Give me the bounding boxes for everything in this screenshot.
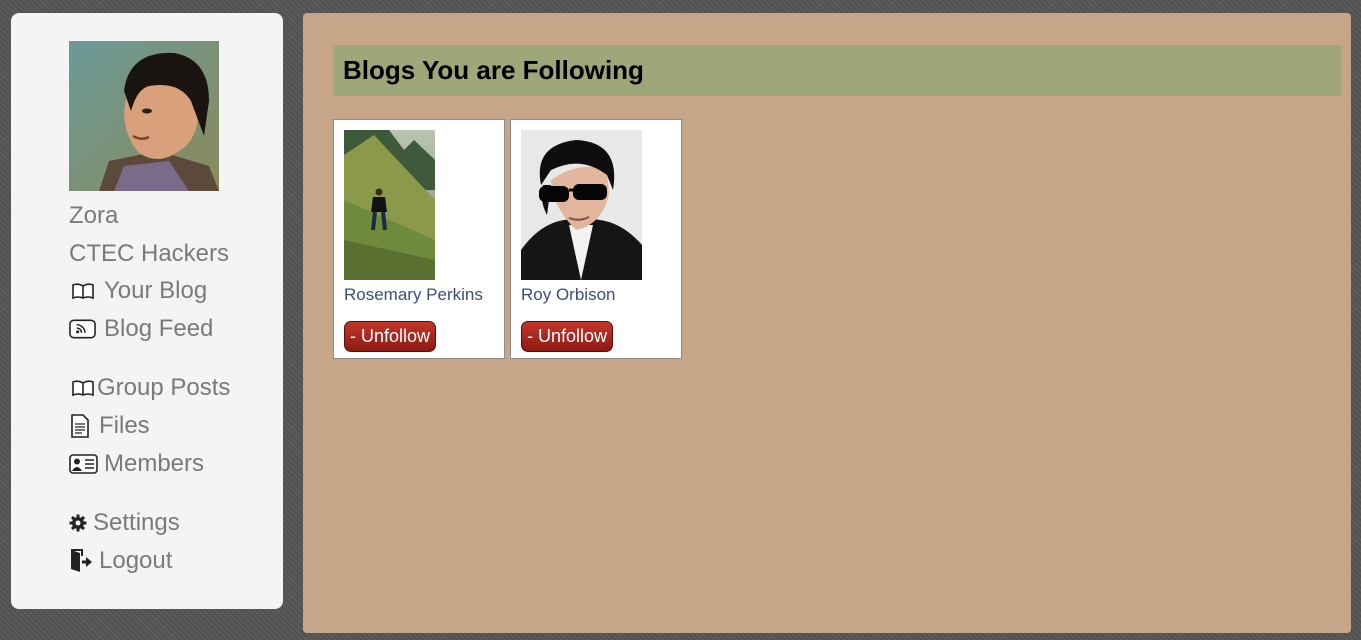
- nav-your-blog[interactable]: Your Blog: [69, 276, 207, 306]
- blog-author-name[interactable]: Roy Orbison: [521, 285, 615, 305]
- nav-members-label: Members: [104, 450, 205, 477]
- nav-members[interactable]: Members: [69, 449, 204, 479]
- user-name[interactable]: Zora: [69, 202, 118, 230]
- group-name[interactable]: CTEC Hackers: [69, 240, 229, 268]
- gear-icon: [69, 514, 87, 532]
- nav-your-blog-label: Your Blog: [104, 277, 208, 304]
- blog-author-photo[interactable]: [344, 130, 435, 280]
- sidebar: Zora CTEC Hackers Your Blog Blog Feed Gr…: [11, 13, 283, 609]
- blog-card: Rosemary Perkins - Unfollow: [333, 119, 505, 359]
- section-header: Blogs You are Following: [333, 45, 1341, 96]
- unfollow-button[interactable]: - Unfollow: [521, 321, 614, 352]
- nav-files-label: Files: [99, 412, 150, 439]
- document-icon: [69, 414, 91, 438]
- nav-settings-label: Settings: [93, 509, 180, 536]
- nav-group-posts[interactable]: Group Posts: [69, 373, 230, 403]
- nav-files[interactable]: Files: [69, 411, 150, 441]
- id-card-icon: [69, 454, 98, 474]
- nav-group-posts-label: Group Posts: [97, 374, 231, 401]
- page-title: Blogs You are Following: [343, 55, 644, 85]
- nav-blog-feed[interactable]: Blog Feed: [69, 314, 213, 344]
- unfollow-button[interactable]: - Unfollow: [344, 321, 437, 352]
- open-book-icon: [69, 379, 96, 397]
- rss-icon: [69, 319, 96, 339]
- blog-card: Roy Orbison - Unfollow: [510, 119, 682, 359]
- nav-logout-label: Logout: [99, 547, 173, 574]
- open-book-icon: [69, 282, 96, 300]
- nav-logout[interactable]: Logout: [69, 546, 172, 576]
- logout-icon: [69, 549, 93, 573]
- nav-blog-feed-label: Blog Feed: [104, 315, 214, 342]
- main-content: Blogs You are Following Rosemary Perkins…: [303, 13, 1351, 633]
- blog-author-photo[interactable]: [521, 130, 642, 280]
- blog-author-name[interactable]: Rosemary Perkins: [344, 285, 483, 305]
- nav-settings[interactable]: Settings: [69, 508, 180, 538]
- user-avatar[interactable]: [69, 41, 219, 191]
